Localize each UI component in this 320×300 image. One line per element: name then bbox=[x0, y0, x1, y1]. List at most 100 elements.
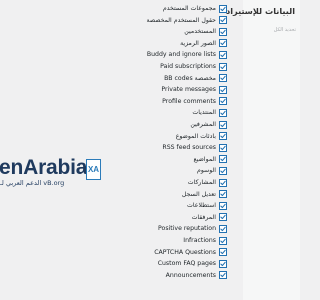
import-option-item[interactable]: Positive reputation bbox=[158, 223, 227, 234]
import-option-checkbox[interactable] bbox=[219, 248, 227, 257]
import-option-item[interactable]: استطلاعات bbox=[187, 200, 227, 211]
import-option-label: Paid subscriptions bbox=[160, 63, 216, 70]
import-option-item[interactable]: المرفقات bbox=[192, 212, 227, 223]
check-icon bbox=[220, 87, 226, 92]
import-option-checkbox[interactable] bbox=[219, 120, 227, 129]
import-option-item[interactable]: BB codes مخصصة bbox=[164, 73, 227, 84]
import-option-item[interactable]: المشاركات bbox=[188, 177, 227, 188]
import-option-checkbox[interactable] bbox=[219, 166, 227, 175]
import-option-item[interactable]: تعديل السجل bbox=[182, 189, 227, 200]
check-icon bbox=[220, 99, 226, 104]
import-option-item[interactable]: Announcements bbox=[166, 270, 227, 281]
import-option-checkbox[interactable] bbox=[219, 27, 227, 36]
import-option-label: المنتديات bbox=[192, 109, 216, 117]
import-option-checkbox[interactable] bbox=[219, 155, 227, 164]
import-option-checkbox[interactable] bbox=[219, 143, 227, 152]
import-option-item[interactable]: المواضيع bbox=[193, 154, 227, 165]
import-option-label: RSS feed sources bbox=[162, 144, 216, 152]
import-option-label: Profile comments bbox=[162, 97, 216, 105]
check-icon bbox=[220, 180, 226, 185]
import-option-checkbox[interactable] bbox=[219, 190, 227, 199]
import-option-label: المواضيع bbox=[193, 155, 216, 163]
check-icon bbox=[220, 52, 226, 57]
import-option-item[interactable]: المنتديات bbox=[192, 107, 227, 118]
check-icon bbox=[220, 110, 226, 115]
sidebar-title: البيانات للإستيراد bbox=[226, 6, 295, 16]
import-option-label: Private messages bbox=[161, 86, 216, 94]
import-option-label: حقول المستخدم المخصصة bbox=[146, 16, 216, 24]
import-option-checkbox[interactable] bbox=[219, 132, 227, 141]
check-icon bbox=[220, 261, 226, 266]
import-option-checkbox[interactable] bbox=[219, 213, 227, 222]
import-option-item[interactable]: حقول المستخدم المخصصة bbox=[147, 15, 227, 26]
sidebar-panel: البيانات للإستيراد تحديد الكل bbox=[226, 0, 300, 300]
import-option-checkbox[interactable] bbox=[219, 224, 227, 233]
import-option-label: CAPTCHA Questions bbox=[154, 248, 216, 256]
logo-badge-text: XA bbox=[87, 165, 100, 174]
logo-badge: XA bbox=[86, 159, 101, 180]
check-icon bbox=[220, 203, 226, 208]
import-option-item[interactable]: Buddy and ignore lists bbox=[147, 49, 227, 60]
check-icon bbox=[220, 226, 226, 231]
import-option-label: Positive reputation bbox=[158, 225, 216, 233]
import-option-checkbox[interactable] bbox=[219, 97, 227, 106]
import-option-checkbox[interactable] bbox=[219, 236, 227, 245]
check-icon bbox=[220, 249, 226, 255]
import-option-label: Infractions bbox=[183, 237, 216, 244]
import-option-checkbox[interactable] bbox=[219, 62, 227, 71]
check-icon bbox=[220, 157, 226, 162]
import-option-label: المشرفين bbox=[190, 121, 216, 128]
import-option-item[interactable]: مجموعات المستخدم bbox=[163, 3, 227, 14]
import-option-label: استطلاعات bbox=[187, 202, 216, 210]
import-option-label: تعديل السجل bbox=[181, 190, 216, 198]
import-option-item[interactable]: CAPTCHA Questions bbox=[154, 247, 227, 258]
import-option-item[interactable]: الصور الرمزية bbox=[180, 38, 227, 49]
import-option-item[interactable]: الوسوم bbox=[197, 165, 227, 176]
import-option-label: المستخدمين bbox=[184, 28, 216, 36]
import-option-label: المرفقات bbox=[191, 213, 216, 221]
import-option-item[interactable]: المشرفين bbox=[190, 119, 227, 130]
import-option-item[interactable]: RSS feed sources bbox=[162, 142, 227, 153]
check-icon bbox=[220, 191, 226, 197]
import-option-checkbox[interactable] bbox=[219, 201, 227, 210]
select-all-link[interactable]: تحديد الكل bbox=[274, 27, 296, 33]
check-icon bbox=[220, 41, 226, 46]
check-icon bbox=[220, 145, 226, 150]
check-icon bbox=[220, 75, 226, 81]
check-icon bbox=[220, 168, 226, 173]
import-option-checkbox[interactable] bbox=[219, 16, 227, 25]
logo-text: enArabia bbox=[0, 156, 88, 179]
import-option-item[interactable]: Infractions bbox=[183, 235, 227, 246]
import-option-label: بادئات الموضوع bbox=[175, 132, 216, 140]
import-option-item[interactable]: Custom FAQ pages bbox=[158, 258, 227, 269]
import-option-checkbox[interactable] bbox=[219, 85, 227, 94]
import-option-checkbox[interactable] bbox=[219, 74, 227, 83]
import-option-checkbox[interactable] bbox=[219, 4, 227, 13]
import-option-label: المشاركات bbox=[187, 179, 216, 186]
check-icon bbox=[220, 273, 226, 278]
import-option-checkbox[interactable] bbox=[219, 50, 227, 59]
import-option-checkbox[interactable] bbox=[219, 259, 227, 268]
check-icon bbox=[220, 133, 226, 139]
check-icon bbox=[220, 17, 226, 23]
import-option-label: مجموعات المستخدم bbox=[162, 5, 216, 12]
import-option-label: Buddy and ignore lists bbox=[146, 51, 216, 59]
import-option-checkbox[interactable] bbox=[219, 178, 227, 187]
logo-subtitle: الدعم العربي لـ vB.org bbox=[0, 179, 65, 187]
import-option-checkbox[interactable] bbox=[219, 271, 227, 280]
check-icon bbox=[220, 64, 226, 69]
import-option-item[interactable]: Paid subscriptions bbox=[160, 61, 227, 72]
watermark-logo: enArabia الدعم العربي لـ vB.org XA bbox=[0, 154, 103, 188]
import-option-label: الوسوم bbox=[196, 167, 216, 175]
import-option-item[interactable]: بادئات الموضوع bbox=[176, 131, 227, 142]
import-option-label: Announcements bbox=[165, 271, 216, 279]
import-option-item[interactable]: Profile comments bbox=[162, 96, 227, 107]
import-option-item[interactable]: Private messages bbox=[161, 84, 227, 95]
import-option-checkbox[interactable] bbox=[219, 39, 227, 48]
import-option-label: BB codes مخصصة bbox=[164, 74, 216, 82]
import-option-item[interactable]: المستخدمين bbox=[184, 26, 227, 37]
import-option-label: Custom FAQ pages bbox=[157, 260, 216, 268]
check-icon bbox=[220, 29, 226, 34]
import-option-checkbox[interactable] bbox=[219, 108, 227, 117]
check-icon bbox=[220, 122, 226, 127]
